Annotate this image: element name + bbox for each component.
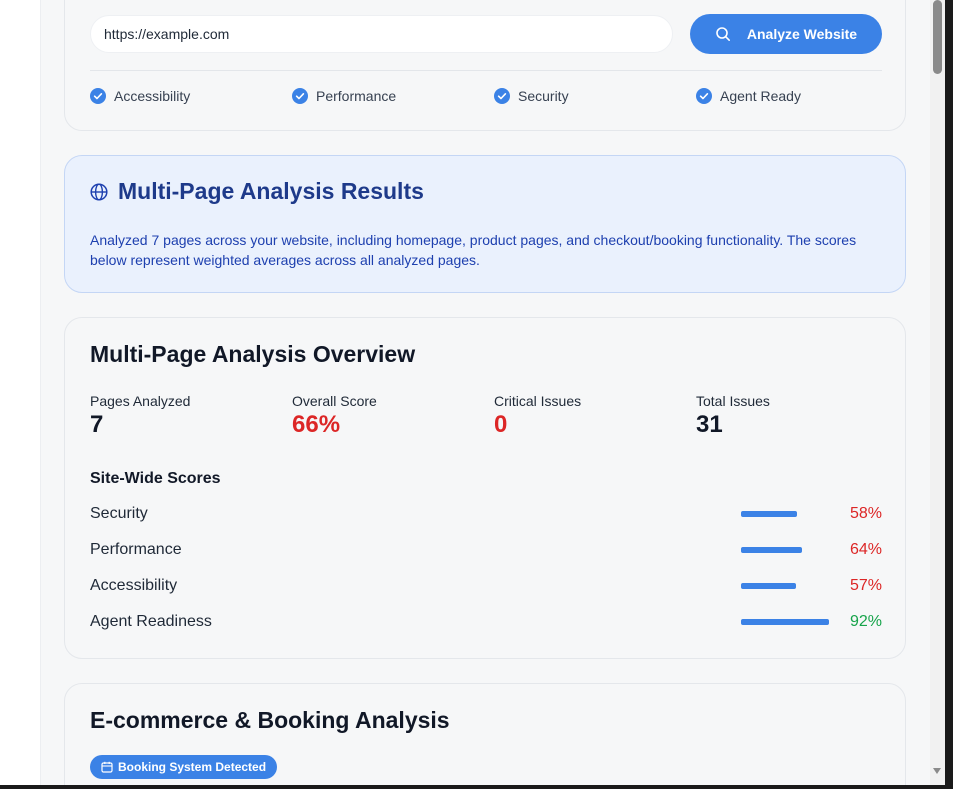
stat-total-issues: Total Issues 31 <box>696 393 770 439</box>
url-analysis-form: https://example.com Analyze Website Acce… <box>64 0 906 131</box>
score-bar <box>741 619 831 625</box>
score-bar-fill <box>741 619 830 625</box>
score-percent: 58% <box>849 505 882 522</box>
results-heading: Multi-Page Analysis Results <box>90 178 424 205</box>
window-edge-bottom <box>0 785 953 789</box>
score-row-agent-readiness: Agent Readiness 92% <box>90 613 882 635</box>
check-item-performance: Performance <box>292 88 396 104</box>
scroll-down-arrow-icon[interactable] <box>933 768 941 774</box>
booking-system-badge: Booking System Detected <box>90 755 278 779</box>
stat-label: Overall Score <box>292 393 377 409</box>
stat-pages-analyzed: Pages Analyzed 7 <box>90 393 190 439</box>
globe-icon <box>90 182 108 201</box>
check-label: Accessibility <box>114 88 191 104</box>
score-bar <box>741 583 831 589</box>
stat-overall-score: Overall Score 66% <box>292 393 377 439</box>
score-name: Security <box>90 505 148 522</box>
score-name: Performance <box>90 541 182 558</box>
analyze-website-label: Analyze Website <box>746 26 858 42</box>
search-icon <box>716 27 730 41</box>
stat-value: 7 <box>90 411 104 438</box>
url-input-value[interactable]: https://example.com <box>104 26 229 42</box>
divider <box>90 70 882 71</box>
score-name: Agent Readiness <box>90 613 212 630</box>
analysis-overview-card: Multi-Page Analysis Overview Pages Analy… <box>64 317 906 659</box>
score-bar <box>741 547 831 553</box>
score-row-performance: Performance 64% <box>90 541 882 563</box>
check-circle-icon <box>292 88 308 104</box>
stat-value: 31 <box>696 411 723 438</box>
url-input[interactable]: https://example.com <box>90 15 673 53</box>
check-label: Security <box>518 88 569 104</box>
score-row-security: Security 58% <box>90 505 882 527</box>
ecommerce-title: E-commerce & Booking Analysis <box>90 707 450 733</box>
score-bar-fill <box>741 583 796 589</box>
score-percent: 64% <box>849 541 882 558</box>
score-bar-fill <box>741 511 797 517</box>
overview-title: Multi-Page Analysis Overview <box>90 341 416 367</box>
stat-label: Total Issues <box>696 393 770 409</box>
check-circle-icon <box>494 88 510 104</box>
stat-label: Critical Issues <box>494 393 582 409</box>
check-item-security: Security <box>494 88 569 104</box>
calendar-icon <box>101 761 113 773</box>
score-bar-fill <box>741 547 803 553</box>
score-percent: 57% <box>849 577 882 594</box>
check-item-accessibility: Accessibility <box>90 88 190 104</box>
analyze-website-button[interactable]: Analyze Website <box>690 14 882 54</box>
score-name: Accessibility <box>90 577 178 594</box>
multi-page-results-card: Multi-Page Analysis Results Analyzed 7 p… <box>64 155 906 293</box>
score-percent: 92% <box>849 613 882 630</box>
vertical-scrollbar[interactable] <box>930 0 945 785</box>
check-list: Accessibility Performance Security Agent… <box>90 88 882 106</box>
scrollbar-thumb[interactable] <box>933 0 942 74</box>
check-label: Performance <box>316 88 397 104</box>
stat-value: 0 <box>494 411 508 438</box>
results-title: Multi-Page Analysis Results <box>118 178 424 204</box>
stat-value: 66% <box>292 411 341 438</box>
badge-label: Booking System Detected <box>118 760 267 774</box>
site-wide-scores-title: Site-Wide Scores <box>90 470 221 487</box>
check-circle-icon <box>696 88 712 104</box>
results-description: Analyzed 7 pages across your website, in… <box>90 232 857 268</box>
check-label: Agent Ready <box>720 88 801 104</box>
score-row-accessibility: Accessibility 57% <box>90 577 882 599</box>
stat-label: Pages Analyzed <box>90 393 191 409</box>
ecommerce-booking-card: E-commerce & Booking Analysis Booking Sy… <box>64 683 906 789</box>
stat-critical-issues: Critical Issues 0 <box>494 393 581 439</box>
check-circle-icon <box>90 88 106 104</box>
window-edge-right <box>945 0 953 789</box>
score-bar <box>741 511 831 517</box>
check-item-agent-ready: Agent Ready <box>696 88 801 104</box>
